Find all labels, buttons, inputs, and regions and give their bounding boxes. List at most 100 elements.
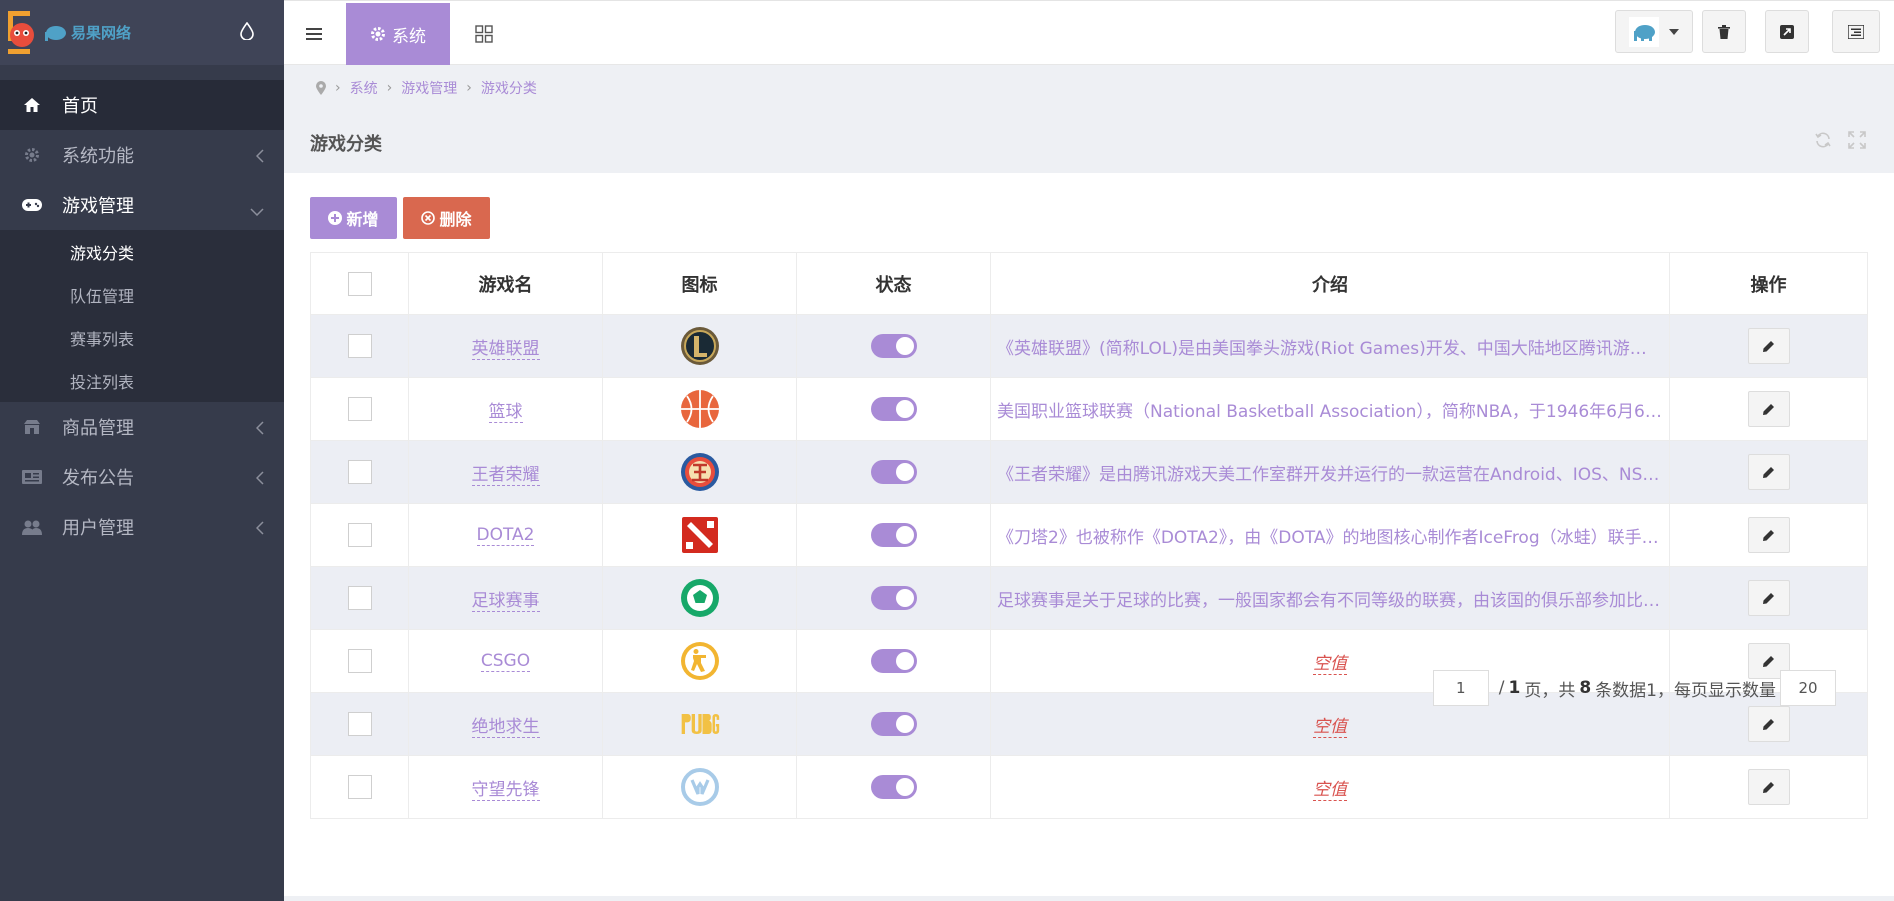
intro-text: 《王者荣耀》是由腾讯游戏天美工作室群开发并运行的一款运营在Android、IOS… — [997, 464, 1669, 485]
close-circle-icon — [421, 211, 436, 225]
status-toggle[interactable] — [870, 460, 917, 484]
theme-drop-icon[interactable] — [240, 21, 254, 44]
pencil-icon — [1763, 718, 1774, 730]
column-header: 介绍 — [990, 252, 1670, 315]
edit-button[interactable] — [1747, 517, 1790, 553]
intro-text: 足球赛事是关于足球的比赛，一般国家都会有不同等级的联赛，由该国的俱乐部参加比赛。 — [997, 590, 1669, 611]
row-checkbox[interactable] — [347, 334, 372, 358]
page-header: 游戏分类 — [284, 113, 1894, 173]
page-title: 游戏分类 — [310, 134, 382, 155]
status-toggle[interactable] — [870, 397, 917, 421]
status-toggle[interactable] — [870, 523, 917, 547]
brand-name: 易果网络 — [71, 24, 132, 42]
game-name-link[interactable]: DOTA2 — [476, 525, 535, 546]
open-frontend-button[interactable] — [1765, 10, 1809, 53]
edit-button[interactable] — [1747, 454, 1790, 490]
row-checkbox[interactable] — [347, 460, 372, 484]
select-all-checkbox[interactable] — [347, 271, 372, 296]
row-checkbox[interactable] — [347, 712, 372, 736]
row-checkbox[interactable] — [347, 775, 372, 799]
settings-panel-button[interactable] — [1832, 10, 1880, 53]
add-button[interactable]: 新增 — [310, 197, 397, 239]
map-marker-icon — [316, 81, 326, 95]
sidebar-toggle-button[interactable] — [284, 3, 344, 65]
status-toggle[interactable] — [870, 712, 917, 736]
game-name-link[interactable]: 英雄联盟 — [471, 338, 540, 360]
sidebar-item-label: 系统功能 — [62, 146, 134, 167]
edit-button[interactable] — [1747, 328, 1790, 364]
row-checkbox[interactable] — [347, 523, 372, 547]
sidebar-item-label: 首页 — [62, 96, 98, 117]
sidebar-item-goods-management[interactable]: 商品管理 — [0, 402, 284, 452]
edit-button[interactable] — [1747, 706, 1790, 742]
row-checkbox[interactable] — [347, 586, 372, 610]
status-toggle[interactable] — [870, 649, 917, 673]
status-toggle[interactable] — [870, 334, 917, 358]
game-name-link[interactable]: 守望先锋 — [471, 779, 540, 801]
user-menu-dropdown[interactable] — [1615, 10, 1693, 53]
refresh-icon[interactable] — [1814, 131, 1832, 149]
intro-text: 《英雄联盟》(简称LOL)是由美国拳头游戏(Riot Games)开发、中国大陆… — [997, 338, 1669, 359]
page-size-input[interactable]: 20 — [1780, 670, 1836, 706]
sidebar-item-match-list[interactable]: 赛事列表 — [0, 316, 284, 359]
tab-system[interactable]: 系统 — [346, 3, 450, 65]
caret-down-icon — [1669, 28, 1679, 35]
sidebar-item-system[interactable]: 系统功能 — [0, 130, 284, 180]
apps-grid-button[interactable] — [454, 3, 514, 65]
edit-button[interactable] — [1747, 580, 1790, 616]
row-checkbox[interactable] — [347, 649, 372, 673]
chevron-left-icon — [255, 419, 264, 440]
sidebar-item-bet-list[interactable]: 投注列表 — [0, 359, 284, 402]
breadcrumb-item[interactable]: 游戏管理 — [401, 78, 457, 98]
edit-button[interactable] — [1747, 769, 1790, 805]
empty-value[interactable]: 空值 — [1313, 653, 1347, 675]
pubg-icon — [681, 714, 719, 734]
status-toggle[interactable] — [870, 586, 917, 610]
sidebar-item-team-management[interactable]: 队伍管理 — [0, 273, 284, 316]
gamepad-icon — [22, 196, 42, 214]
breadcrumb-item[interactable]: 系统 — [350, 78, 378, 98]
sidebar-item-announcement[interactable]: 发布公告 — [0, 452, 284, 502]
game-name-link[interactable]: 王者荣耀 — [471, 464, 540, 486]
game-name-link[interactable]: 篮球 — [488, 401, 523, 423]
honor-of-kings-icon — [680, 453, 719, 491]
fullscreen-icon[interactable] — [1848, 131, 1866, 149]
sidebar-item-game-management[interactable]: 游戏管理 — [0, 180, 284, 230]
breadcrumb-item[interactable]: 游戏分类 — [481, 78, 537, 98]
column-header: 图标 — [602, 252, 797, 315]
game-name-link[interactable]: 足球赛事 — [471, 590, 540, 612]
edit-button[interactable] — [1747, 391, 1790, 427]
sidebar-item-game-category[interactable]: 游戏分类 — [0, 230, 284, 273]
plus-circle-icon — [328, 211, 343, 225]
table-header-row: 游戏名 图标 状态 介绍 操作 — [310, 252, 1868, 315]
overwatch-icon — [680, 768, 719, 806]
pencil-icon — [1763, 466, 1774, 478]
sidebar-item-home[interactable]: 首页 — [0, 80, 284, 130]
empty-value[interactable]: 空值 — [1313, 716, 1347, 738]
pagination: 1 / 1 页，共 8 条数据1，每页显示数量 20 — [1432, 670, 1836, 706]
total-pages: 1 — [1508, 678, 1521, 698]
sidebar: 易果网络 首页 系统功能 游戏管理 游戏分类 队伍管理 赛事列表 投注列表 商品… — [0, 0, 284, 901]
game-name-link[interactable]: 绝地求生 — [471, 716, 540, 738]
tab-system-label: 系统 — [392, 26, 426, 47]
delete-button[interactable]: 删除 — [403, 197, 490, 239]
page-number-input[interactable]: 1 — [1432, 670, 1489, 706]
column-header[interactable]: 状态 — [796, 252, 991, 315]
chevron-left-icon — [255, 469, 264, 490]
intro-text: 美国职业篮球联赛（National Basketball Association… — [997, 401, 1669, 422]
content-panel: 新增 删除 游戏名 图标 状态 介绍 操作 英雄联盟 《英雄联盟》(简称LOL)… — [284, 173, 1894, 896]
status-toggle[interactable] — [870, 775, 917, 799]
empty-value[interactable]: 空值 — [1313, 779, 1347, 801]
newspaper-icon — [22, 468, 42, 486]
clear-cache-button[interactable] — [1702, 10, 1746, 53]
soccer-icon — [680, 579, 719, 617]
sidebar-item-user-management[interactable]: 用户管理 — [0, 502, 284, 552]
dota2-icon — [681, 517, 718, 553]
total-records: 8 — [1579, 678, 1592, 698]
elephant-icon — [45, 25, 66, 41]
pencil-icon — [1763, 592, 1774, 604]
column-header[interactable]: 游戏名 — [408, 252, 603, 315]
home-icon — [22, 96, 42, 114]
row-checkbox[interactable] — [347, 397, 372, 421]
game-name-link[interactable]: CSGO — [480, 651, 531, 672]
